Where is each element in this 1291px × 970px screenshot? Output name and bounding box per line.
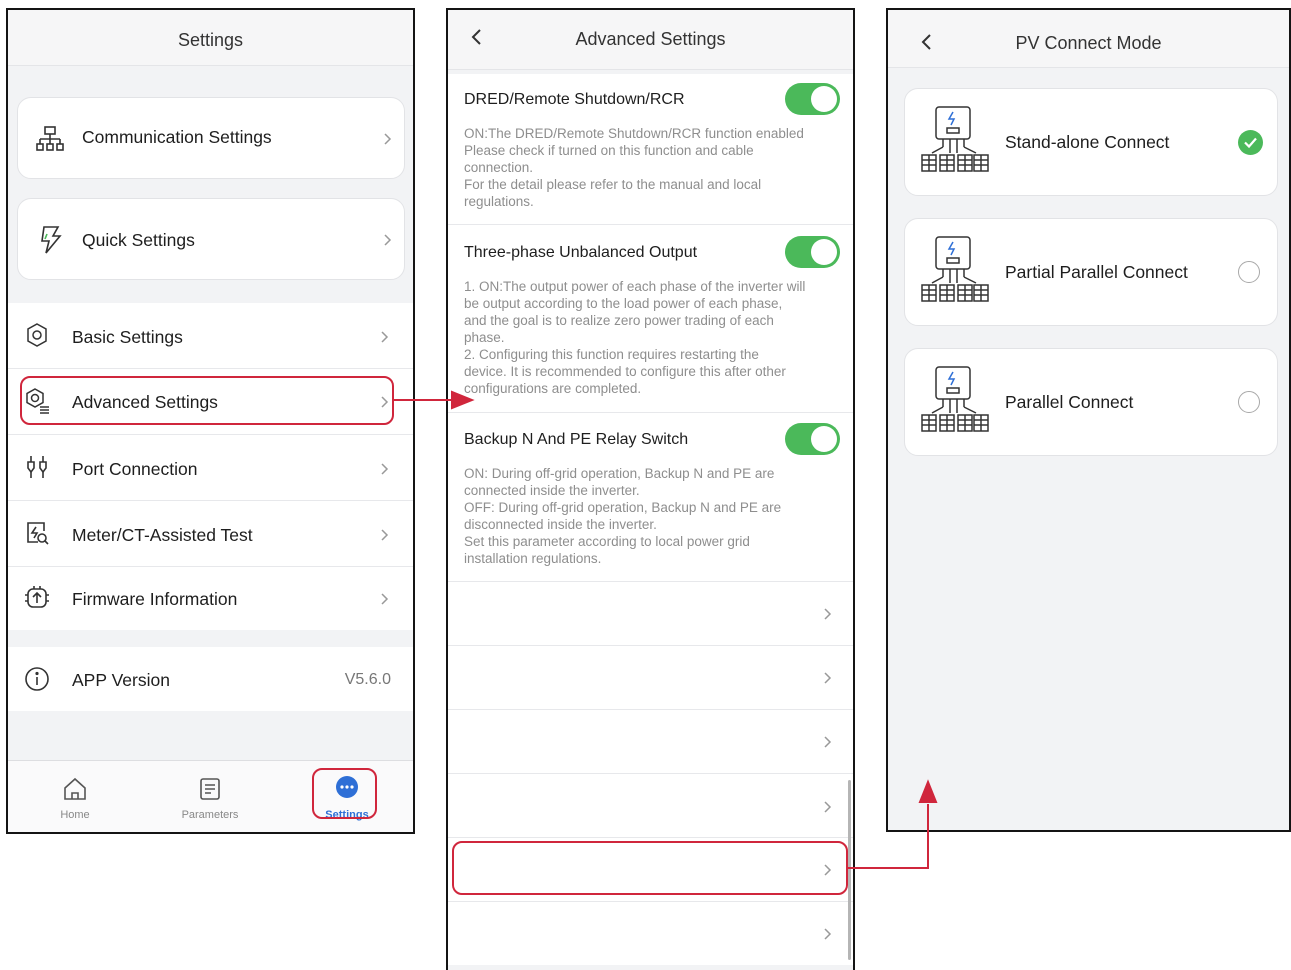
arrow-to-advanced-settings <box>394 390 475 410</box>
flow-arrows <box>394 390 938 869</box>
arrow-to-pv-connect-mode <box>848 779 938 869</box>
